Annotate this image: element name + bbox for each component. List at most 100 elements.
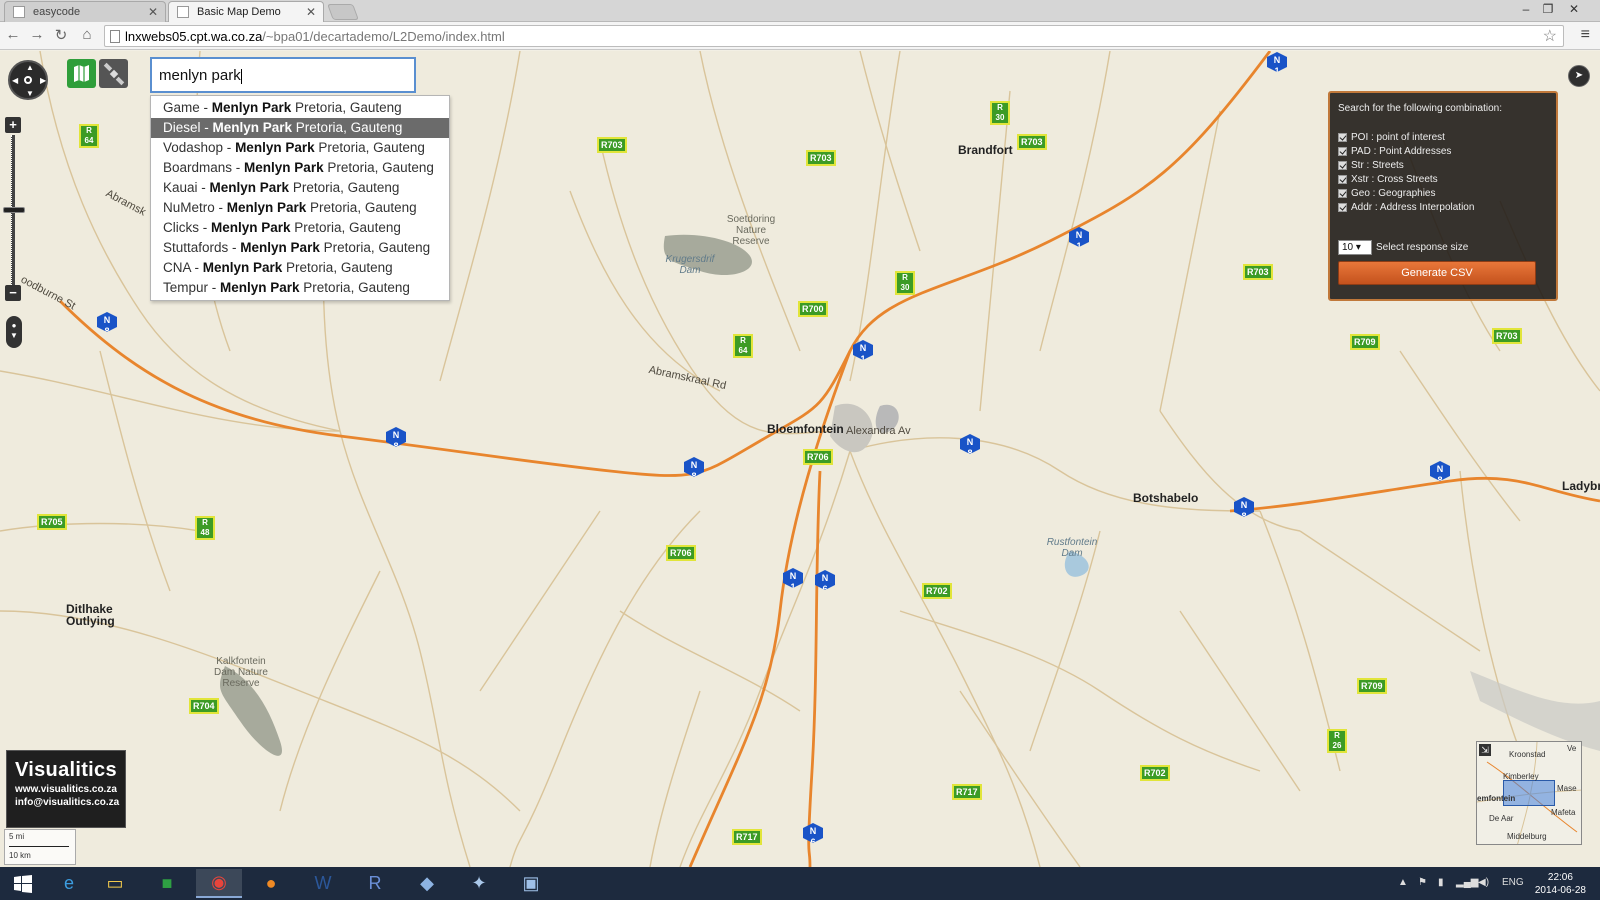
file-explorer-icon[interactable]: ▭: [92, 869, 138, 898]
option-checkbox[interactable]: [1338, 188, 1347, 198]
locate-control[interactable]: ● ▼: [6, 316, 22, 348]
firefox-icon[interactable]: ●: [248, 869, 294, 898]
option-checkbox[interactable]: [1338, 132, 1347, 142]
suggestion-item[interactable]: CNA - Menlyn Park Pretoria, Gauteng: [151, 258, 449, 278]
suggestion-item[interactable]: Diesel - Menlyn Park Pretoria, Gauteng: [151, 118, 449, 138]
satellite-icon: [103, 62, 125, 86]
tray-chevron-icon[interactable]: ▲: [1398, 877, 1408, 888]
suggestion-item[interactable]: Kauai - Menlyn Park Pretoria, Gauteng: [151, 178, 449, 198]
suggestion-item[interactable]: Stuttafords - Menlyn Park Pretoria, Gaut…: [151, 238, 449, 258]
taskbar: e ▭ ■ ◉ ● W R ◆ ✦ ▣ ▲ ⚑ ▮ ▂▄▆ ◀) ENG 22:…: [0, 867, 1600, 900]
arcmap-icon[interactable]: ◆: [404, 869, 450, 898]
option-checkbox[interactable]: [1338, 146, 1347, 156]
close-window-icon[interactable]: ✕: [1564, 2, 1584, 16]
pan-down-icon[interactable]: ▼: [26, 89, 34, 98]
window-app-icon[interactable]: ▣: [508, 869, 554, 898]
suggestion-suffix: Pretoria, Gauteng: [291, 100, 402, 115]
home-icon[interactable]: ⌂: [78, 26, 96, 43]
language-indicator[interactable]: ENG: [1502, 877, 1524, 888]
map-canvas[interactable]: Bloemfontein Brandfort Botshabelo Ladybr…: [0, 51, 1600, 867]
brand-logo: Visualitics www.visualitics.co.za info@v…: [6, 750, 126, 828]
option-checkbox[interactable]: [1338, 174, 1347, 184]
road-view-button[interactable]: [67, 59, 96, 88]
suggestion-item[interactable]: Tempur - Menlyn Park Pretoria, Gauteng: [151, 278, 449, 298]
option-checkbox[interactable]: [1338, 160, 1347, 170]
suggestion-match: Menlyn Park: [211, 220, 291, 235]
tool-icon[interactable]: ✦: [456, 869, 502, 898]
suggestion-match: Menlyn Park: [244, 160, 324, 175]
option-checkbox[interactable]: [1338, 202, 1347, 212]
search-options-panel: Search for the following combination: PO…: [1328, 91, 1558, 301]
scale-miles: 5 mi: [9, 832, 25, 841]
reload-icon[interactable]: ↻: [52, 26, 70, 44]
option-label: Geo : Geographies: [1351, 187, 1436, 199]
bookmark-star-icon[interactable]: ☆: [1543, 26, 1557, 46]
suggestion-item[interactable]: Clicks - Menlyn Park Pretoria, Gauteng: [151, 218, 449, 238]
store-icon[interactable]: ■: [144, 869, 190, 898]
clock-date: 2014-06-28: [1534, 885, 1586, 896]
system-clock[interactable]: 22:06 2014-06-28: [1535, 871, 1586, 897]
suggestion-item[interactable]: NuMetro - Menlyn Park Pretoria, Gauteng: [151, 198, 449, 218]
search-input[interactable]: menlyn park: [150, 57, 416, 93]
tab-basic-map-demo[interactable]: Basic Map Demo ✕: [168, 1, 324, 22]
suggestion-item[interactable]: Boardmans - Menlyn Park Pretoria, Gauten…: [151, 158, 449, 178]
pan-up-icon[interactable]: ▲: [26, 63, 34, 72]
tab-title: easycode: [33, 6, 81, 18]
route-shield: R706: [803, 449, 833, 465]
option-row[interactable]: Addr : Address Interpolation: [1338, 200, 1548, 214]
new-tab-button[interactable]: [327, 4, 359, 20]
satellite-view-button[interactable]: [99, 59, 128, 88]
word-icon[interactable]: W: [300, 869, 346, 898]
suggestion-suffix: Pretoria, Gauteng: [292, 120, 403, 135]
restore-icon[interactable]: ❐: [1538, 2, 1558, 16]
pan-right-icon[interactable]: ▶: [40, 76, 46, 85]
back-icon[interactable]: ←: [4, 26, 22, 43]
tab-easycode[interactable]: easycode ✕: [4, 1, 166, 22]
volume-icon[interactable]: ◀): [1478, 877, 1489, 888]
forward-icon[interactable]: →: [28, 26, 46, 43]
suggestion-prefix: NuMetro -: [163, 200, 227, 215]
compass-icon[interactable]: ➤: [1568, 65, 1590, 87]
flag-icon[interactable]: ⚑: [1418, 877, 1427, 888]
route-shield: R 30: [990, 101, 1010, 125]
route-shield: R703: [1492, 328, 1522, 344]
menu-icon[interactable]: ≡: [1581, 26, 1590, 44]
chrome-icon[interactable]: ◉: [196, 869, 242, 898]
zoom-slider[interactable]: + −: [3, 117, 25, 303]
overview-map[interactable]: ⇲ Kroonstad Kimberley emfontein De Aar M…: [1476, 741, 1582, 845]
town-label: Brandfort: [958, 143, 1013, 157]
pan-control[interactable]: ▲ ▼ ◀ ▶: [8, 60, 48, 100]
route-shield: R702: [1140, 765, 1170, 781]
collapse-icon[interactable]: ⇲: [1479, 744, 1491, 756]
option-label: Str : Streets: [1351, 159, 1404, 171]
route-shield: R705: [37, 514, 67, 530]
signal-icon[interactable]: ▂▄▆: [1456, 877, 1478, 888]
response-size-select[interactable]: 10 ▾: [1338, 240, 1372, 255]
suggestion-item[interactable]: Vodashop - Menlyn Park Pretoria, Gauteng: [151, 138, 449, 158]
clock-time: 22:06: [1547, 872, 1573, 883]
zoom-out-button[interactable]: −: [5, 285, 21, 301]
logo-website: www.visualitics.co.za: [15, 784, 117, 795]
close-icon[interactable]: ✕: [306, 5, 316, 19]
address-bar[interactable]: lnxwebs05.cpt.wa.co.za/~bpa01/decartadem…: [104, 25, 1564, 47]
text-caret: [240, 68, 242, 84]
internet-explorer-icon[interactable]: e: [46, 869, 92, 898]
option-row[interactable]: PAD : Point Addresses: [1338, 144, 1548, 158]
generate-csv-button[interactable]: Generate CSV: [1338, 261, 1536, 285]
option-row[interactable]: Geo : Geographies: [1338, 186, 1548, 200]
suggestion-item[interactable]: Game - Menlyn Park Pretoria, Gauteng: [151, 98, 449, 118]
suggestion-prefix: Diesel -: [163, 120, 213, 135]
suggestion-match: Menlyn Park: [235, 140, 315, 155]
close-icon[interactable]: ✕: [148, 5, 158, 19]
option-row[interactable]: Str : Streets: [1338, 158, 1548, 172]
zoom-thumb[interactable]: [3, 207, 25, 213]
windows-start-icon[interactable]: [0, 869, 46, 898]
minimize-icon[interactable]: –: [1516, 2, 1536, 16]
network-icon[interactable]: ▮: [1438, 877, 1444, 888]
route-shield: R709: [1357, 678, 1387, 694]
option-row[interactable]: Xstr : Cross Streets: [1338, 172, 1548, 186]
option-row[interactable]: POI : point of interest: [1338, 130, 1548, 144]
zoom-in-button[interactable]: +: [5, 117, 21, 133]
r-icon[interactable]: R: [352, 869, 398, 898]
pan-left-icon[interactable]: ◀: [12, 76, 18, 85]
